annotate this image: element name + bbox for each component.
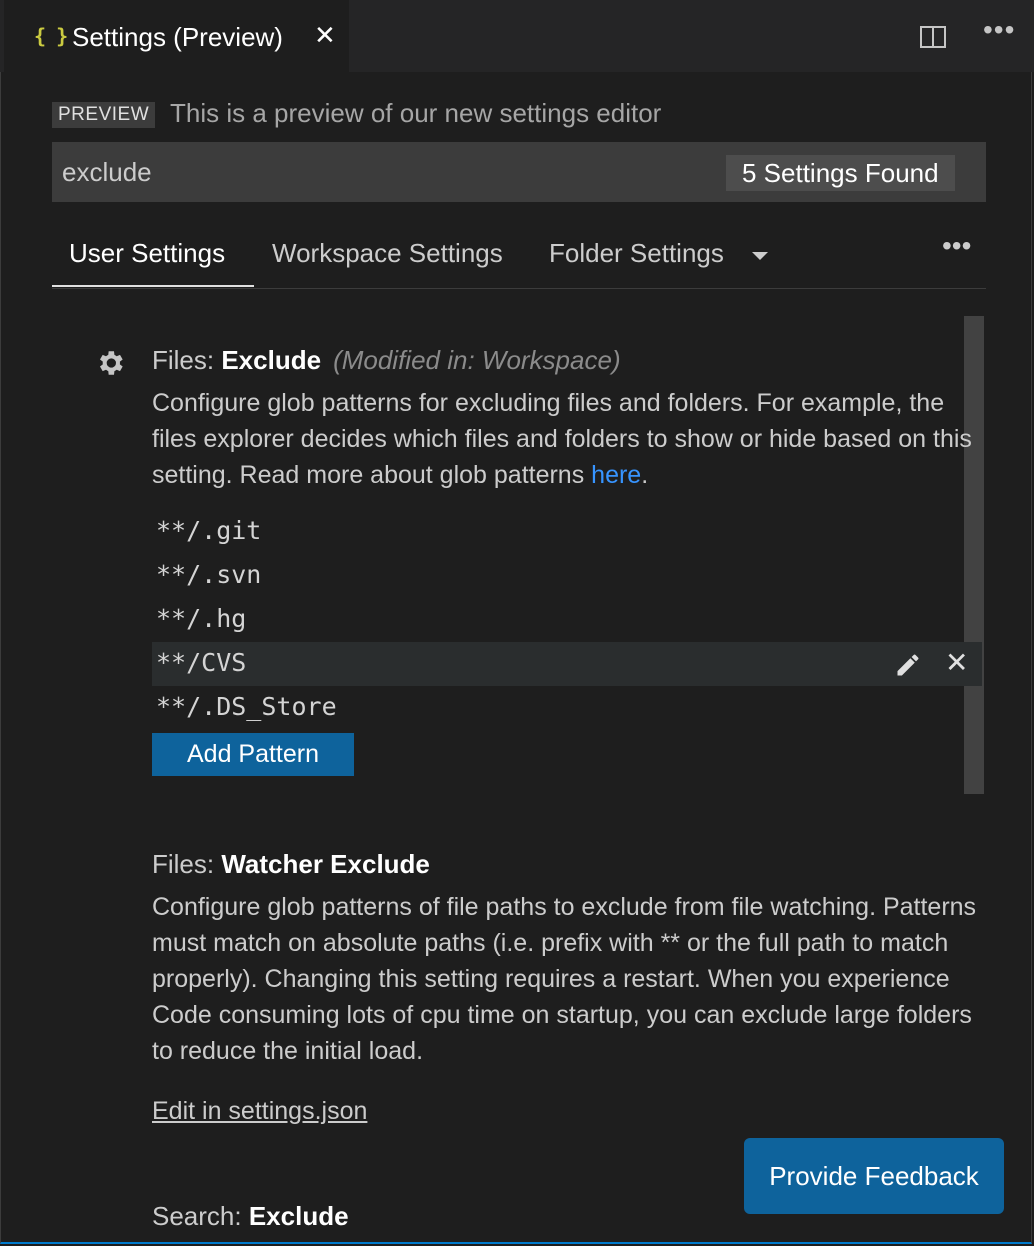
list-item[interactable]: **/CVS ✕ [152, 642, 982, 686]
modified-indicator: (Modified in: Workspace) [333, 345, 621, 375]
pencil-icon[interactable] [894, 651, 922, 679]
pattern-value: **/.svn [156, 560, 262, 589]
pattern-value: **/CVS [156, 648, 247, 677]
setting-title-files-watcher-exclude: Files: Watcher Exclude [152, 849, 430, 880]
settings-search-box: 5 Settings Found [52, 142, 986, 202]
tab-settings-preview[interactable]: { } Settings (Preview) ✕ [4, 0, 349, 72]
results-count-badge: 5 Settings Found [726, 155, 955, 191]
tab-title: Settings (Preview) [72, 22, 283, 52]
tab-user-settings[interactable]: User Settings [69, 238, 225, 269]
more-actions-icon[interactable]: ••• [942, 230, 971, 262]
setting-description-text: Configure glob patterns for excluding fi… [152, 389, 972, 489]
split-editor-icon[interactable] [920, 26, 946, 48]
preview-message: This is a preview of our new settings ed… [170, 98, 662, 128]
setting-category: Search: [152, 1201, 249, 1231]
list-item[interactable]: **/.DS_Store [152, 686, 982, 730]
add-pattern-button[interactable]: Add Pattern [152, 733, 354, 776]
tab-bar: { } Settings (Preview) ✕ ••• [0, 0, 1034, 72]
tab-workspace-settings[interactable]: Workspace Settings [272, 238, 503, 269]
setting-name: Watcher Exclude [221, 849, 430, 879]
list-item[interactable]: **/.git [152, 510, 982, 554]
list-item[interactable]: **/.hg [152, 598, 982, 642]
json-braces-icon: { } [34, 24, 68, 48]
setting-name: Exclude [248, 1201, 349, 1231]
pattern-value: **/.DS_Store [156, 692, 337, 721]
tab-folder-settings[interactable]: Folder Settings [549, 238, 724, 269]
remove-icon[interactable]: ✕ [945, 646, 968, 679]
provide-feedback-button[interactable]: Provide Feedback [744, 1138, 1004, 1214]
preview-badge: PREVIEW [52, 102, 156, 128]
description-suffix: . [641, 461, 649, 489]
active-tab-indicator [52, 285, 254, 287]
pattern-value: **/.git [156, 516, 262, 545]
edit-in-settings-json-link[interactable]: Edit in settings.json [152, 1097, 367, 1126]
setting-category: Files: [152, 849, 222, 879]
more-actions-icon[interactable]: ••• [983, 14, 1015, 46]
setting-description: Configure glob patterns of file paths to… [152, 893, 977, 1065]
glob-patterns-link[interactable]: here [591, 461, 641, 489]
settings-scope-tabs: User Settings Workspace Settings Folder … [52, 226, 986, 289]
setting-description: Configure glob patterns for excluding fi… [152, 385, 982, 493]
setting-name: Exclude [221, 345, 322, 375]
gear-icon[interactable] [94, 347, 126, 379]
search-input[interactable] [62, 154, 702, 190]
close-icon[interactable]: ✕ [314, 20, 336, 51]
chevron-down-icon[interactable] [752, 252, 768, 260]
pattern-list: **/.git **/.svn **/.hg **/CVS ✕ **/.DS_S… [152, 510, 982, 730]
setting-category: Files: [152, 345, 222, 375]
setting-title-files-exclude: Files: Exclude (Modified in: Workspace) [152, 345, 621, 376]
pattern-value: **/.hg [156, 604, 247, 633]
list-item[interactable]: **/.svn [152, 554, 982, 598]
setting-title-search-exclude: Search: Exclude [152, 1201, 349, 1232]
